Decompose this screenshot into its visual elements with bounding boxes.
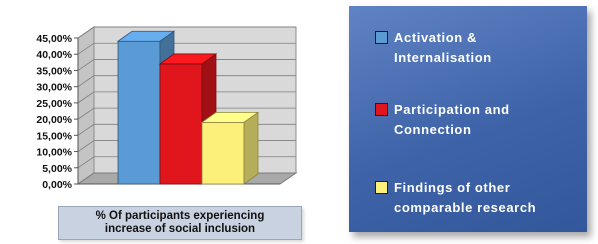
legend-swatch-blue	[375, 31, 388, 44]
legend-swatch-yellow	[375, 181, 388, 194]
y-tick-label: 0,00%	[42, 179, 72, 191]
side-wall	[77, 26, 95, 185]
y-tick-label: 20,00%	[36, 114, 72, 126]
y-tick-label: 45,00%	[36, 33, 72, 45]
legend-label-activation: Activation & Internalisation	[394, 30, 492, 65]
bar-front	[159, 63, 203, 185]
legend-swatch-red	[375, 103, 388, 116]
legend-label-participation: Participation and Connection	[394, 102, 510, 137]
y-tick-label: 15,00%	[36, 130, 72, 142]
bar-front	[201, 121, 245, 185]
legend-label-comparable: Findings of other comparable research	[394, 180, 537, 215]
y-tick-label: 40,00%	[36, 49, 72, 61]
y-tick-label: 5,00%	[42, 163, 72, 175]
chart-legend: Activation & Internalisation Participati…	[349, 6, 587, 232]
y-tick-label: 25,00%	[36, 98, 72, 110]
legend-item-comparable: Findings of other comparable research	[375, 178, 575, 218]
legend-item-participation: Participation and Connection	[375, 100, 575, 140]
bar-side	[243, 111, 259, 185]
bar-3	[200, 111, 260, 185]
y-tick-label: 30,00%	[36, 82, 72, 94]
legend-item-activation: Activation & Internalisation	[375, 28, 575, 68]
y-tick-label: 10,00%	[36, 147, 72, 159]
x-axis-category-label: % Of participants experiencing increase …	[58, 206, 302, 240]
bar-front	[117, 40, 161, 185]
y-tick-label: 35,00%	[36, 65, 72, 77]
